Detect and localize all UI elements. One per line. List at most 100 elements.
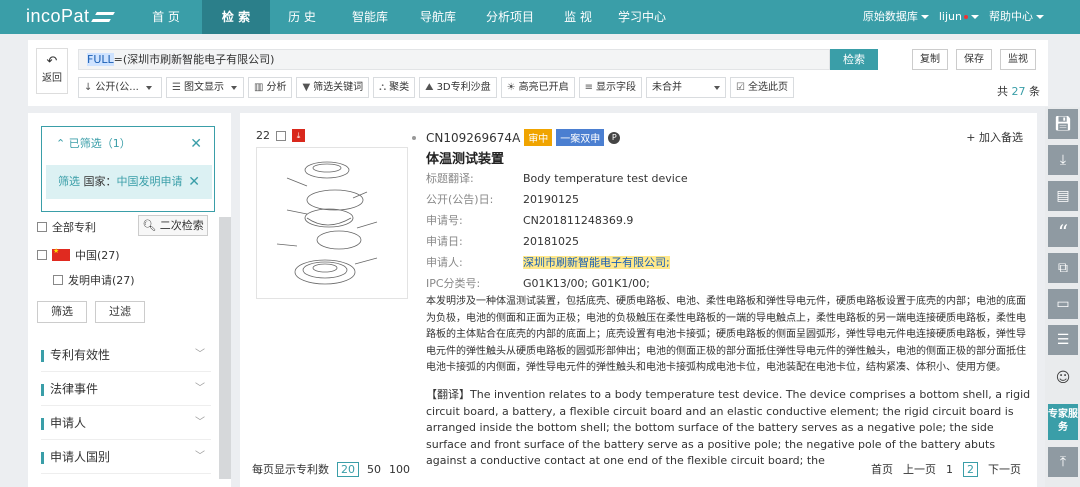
select-page-button[interactable]: ☑ 全选此页 [729,77,794,98]
document-icon[interactable]: ▤ [1048,181,1078,211]
result-index: 22 [256,129,270,142]
save-button[interactable]: 保存 [956,49,992,70]
field-applicant: 申请人: 深圳市刷新智能电子有限公司; [426,256,670,269]
china-checkbox[interactable] [37,250,47,260]
field-title-translation: 标题翻译: Body temperature test device [426,172,688,185]
monitor-button[interactable]: 监视 [1000,49,1036,70]
customer-service-avatar-icon[interactable]: ☺ [1048,363,1078,393]
query-field-code: FULL [87,53,114,66]
pdf-icon[interactable]: ⤓ [292,129,305,142]
chevron-down-icon: ﹀ [195,451,205,462]
first-page-link[interactable]: 首页 [871,461,893,477]
country-china-row[interactable]: 中国(27) [37,247,120,263]
filter-keywords-button[interactable]: ▼ 筛选关键词 [296,77,370,98]
nav-analysis-projects[interactable]: 分析项目 [470,0,550,34]
right-tool-rail: 💾︎ ⤓ ▤ “ ⧉ ▭ ☰ ☺ 专家服务 ⤒ [1045,107,1080,487]
3d-sandbox-button[interactable]: ⛰ 3D专利沙盘 [419,77,497,98]
chevron-up-icon: ⌃ [56,137,66,150]
top-right-menu: 原始数据库 lijun 帮助中心 [863,0,1044,34]
result-tools: ↓ 公开(公... ☰ 图文显示 ▥ 分析 ▼ 筛选关键词 ⛬ 聚类 ⛰ 3D专利沙盘 ☀ 高… [78,77,794,98]
page-size-100[interactable]: 100 [389,463,410,476]
page-1-link[interactable]: 1 [946,463,953,476]
facet-legal-events[interactable]: 法律事件 ﹀ [41,372,211,406]
pagination: 首页 上一页 1 2 下一页 [871,461,1021,477]
folder-icon[interactable]: ▭ [1048,289,1078,319]
analysis-button[interactable]: ▥ 分析 [248,77,293,98]
facet-applicant-country[interactable]: 申请人国别 ﹀ [41,440,211,474]
save-disk-icon[interactable]: 💾︎ [1048,109,1078,139]
chevron-down-icon: ﹀ [195,349,205,360]
copy-icon[interactable]: ⧉ [1048,253,1078,283]
incopat-logo[interactable]: incoPat [26,6,115,27]
page-size-selector: 每页显示专利数 20 50 100 [252,461,410,477]
patent-number[interactable]: CN109269674A [426,131,520,145]
nav-navigation-library[interactable]: 导航库 [406,0,470,34]
apply-filter-button[interactable]: 筛选 [37,301,87,323]
patent-number-row: CN109269674A 审中 一案双申 P [412,129,621,146]
merge-dropdown[interactable]: 未合并 [645,77,726,98]
funnel-icon: ▼ [302,82,311,93]
patent-title[interactable]: 体温测试装置 [426,148,504,167]
facet-applicant[interactable]: 申请人 ﹀ [41,406,211,440]
applicant-link[interactable]: 深圳市刷新智能电子有限公司; [523,256,670,269]
sidebar-scrollbar[interactable] [219,217,231,479]
nav-search[interactable]: 检 索 [202,0,270,34]
invention-checkbox[interactable] [53,275,63,285]
search-button[interactable]: 检索 [830,49,878,70]
page-2-current[interactable]: 2 [963,461,978,477]
cluster-button[interactable]: ⛬ 聚类 [373,77,416,98]
page-size-50[interactable]: 50 [367,463,381,476]
display-fields-button[interactable]: ≡ 显示字段 [578,77,642,98]
next-page-link[interactable]: 下一页 [988,461,1021,477]
prev-page-link[interactable]: 上一页 [903,461,936,477]
nav-history[interactable]: 历 史 [270,0,334,34]
page-size-20[interactable]: 20 [337,461,359,477]
applied-filters-panel: ⌃ 已筛选（1） ✕ 筛选 国家：中国发明申请 ✕ [41,126,215,212]
sun-icon: ☀ [506,82,516,93]
layers-settings-icon[interactable]: ☰ [1048,325,1078,355]
add-to-candidates-button[interactable]: + 加入备选 [966,129,1023,145]
result-total: 共 27 条 [997,85,1040,98]
secondary-search-button[interactable]: 🔍︎ 二次检索 [138,215,208,236]
database-dropdown[interactable]: 原始数据库 [863,0,929,34]
expert-service-button[interactable]: 专家服务 [1048,404,1078,440]
patent-drawing-thumbnail[interactable] [256,147,408,299]
copy-button[interactable]: 复制 [912,49,948,70]
clear-filters-icon[interactable]: ✕ [190,127,202,161]
facet-validity[interactable]: 专利有效性 ﹀ [41,338,211,372]
highlight-toggle-button[interactable]: ☀ 高亮已开启 [500,77,575,98]
status-badge-dual: 一案双申 [556,129,605,146]
patent-drawing-image [276,161,378,285]
result-checkbox[interactable] [276,130,286,141]
query-input[interactable]: FULL=(深圳市刷新智能电子有限公司) [78,49,830,70]
pdf-export-icon[interactable]: ⤓ [1048,145,1078,175]
fields-icon: ≡ [584,82,593,93]
patent-family-icon[interactable]: P [608,131,621,144]
back-arrow-icon: ↶ [46,54,58,69]
back-to-top-icon[interactable]: ⤒ [1048,447,1078,477]
magnifier-icon: 🔍︎ [142,219,157,232]
quote-icon[interactable]: “ [1048,217,1078,247]
sort-dropdown[interactable]: ↓ 公开(公... [78,77,162,98]
back-button[interactable]: ↶ 返回 [36,48,68,94]
filter-sidebar: ⌃ 已筛选（1） ✕ 筛选 国家：中国发明申请 ✕ 全部专利 🔍︎ 二次检索 中… [28,113,231,487]
nav-home[interactable]: 首 页 [130,0,202,34]
results-panel: 22 ⤓ CN109269674A 审中 一案双申 P + 加入备选 体温测试装… [240,113,1037,487]
applied-filters-header[interactable]: ⌃ 已筛选（1） ✕ [42,127,214,161]
top-navigation-bar: incoPat 首 页 检 索 历 史 智能库 导航库 分析项目 监 视 学习中… [0,0,1080,34]
all-patents-checkbox-row[interactable]: 全部专利 [37,219,96,235]
nav-smart-library[interactable]: 智能库 [334,0,406,34]
exclude-filter-button[interactable]: 过滤 [95,301,145,323]
sort-icon: ↓ [84,82,93,93]
chevron-down-icon: ﹀ [195,383,205,394]
invention-application-row[interactable]: 发明申请(27) [53,272,135,288]
nav-monitor[interactable]: 监 视 [550,0,606,34]
field-publication-date: 公开(公告)日: 20190125 [426,193,579,206]
user-menu[interactable]: lijun [939,0,979,34]
all-patents-checkbox[interactable] [37,222,47,232]
nav-learning-center[interactable]: 学习中心 [606,0,678,34]
help-center-menu[interactable]: 帮助中心 [989,0,1044,34]
china-flag-icon [52,247,70,261]
remove-chip-icon[interactable]: ✕ [188,165,200,199]
view-mode-dropdown[interactable]: ☰ 图文显示 [166,77,244,98]
